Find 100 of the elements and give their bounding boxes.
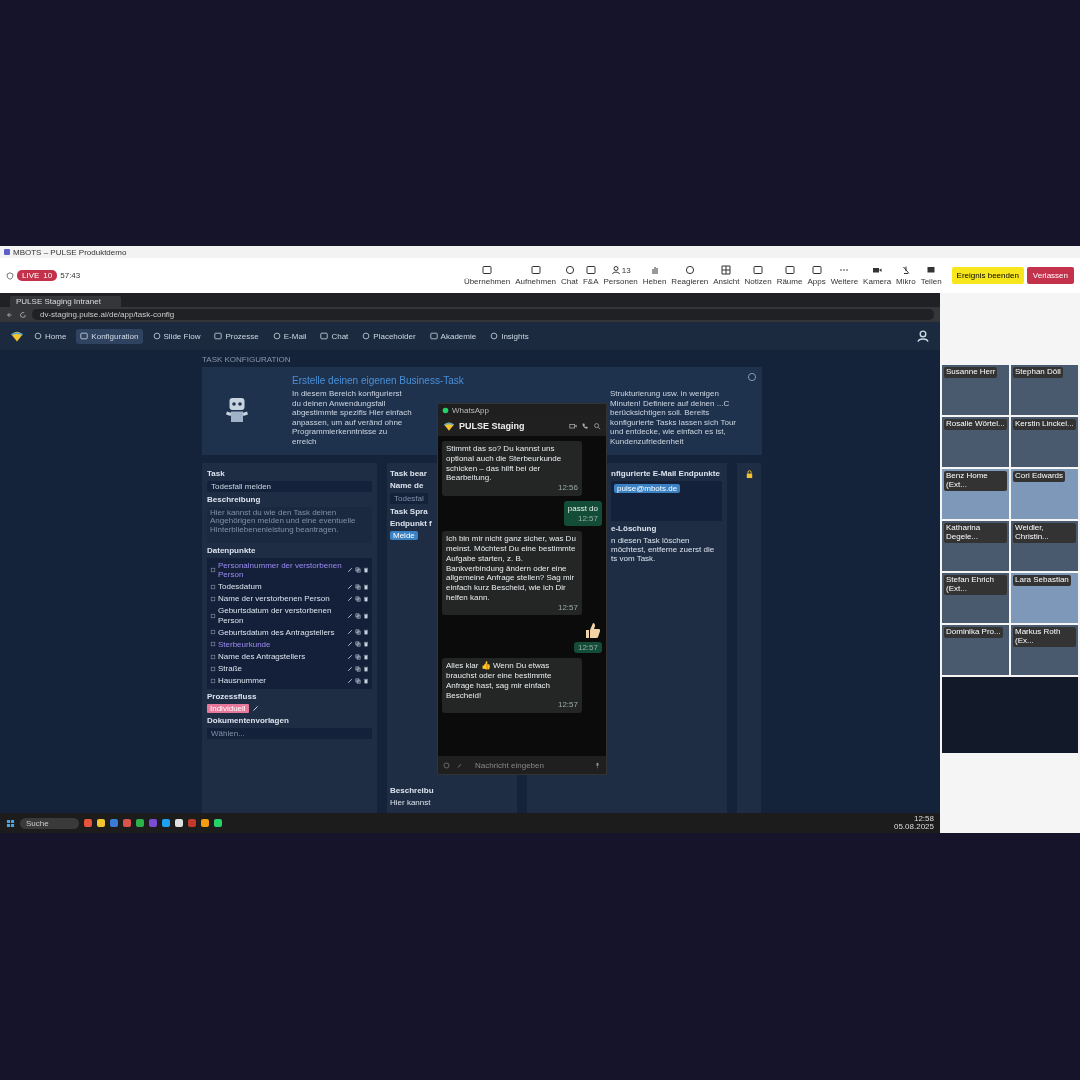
browser-tab[interactable]: PULSE Staging Intranet [10,296,121,307]
datapoint-label[interactable]: Hausnummer [218,676,345,686]
pencil-icon[interactable] [347,566,353,573]
people-count: 13 [621,265,631,275]
nav-item[interactable]: Chat [316,328,353,344]
trash-icon[interactable] [363,665,369,672]
app-title: WhatsApp [452,405,489,415]
datapoint-label[interactable]: Personalnummer der verstorbenen Person [218,560,345,579]
message-text: passt do [567,503,598,514]
datapoint-label[interactable]: Name des Antragstellers [218,652,345,662]
description-field[interactable]: Hier kannst du wie den Task deinen Angehörigen melden und eine eventuelle Hinterbliebenenleistung beantragen. [207,506,372,543]
templates-field[interactable]: Wählen... [207,727,372,739]
windows-icon[interactable] [6,818,15,828]
address-field[interactable]: dv-staging.pulse.ai/de/app/task-config [32,309,934,320]
user-icon[interactable] [916,329,930,343]
datapoint-label[interactable]: Todesdatum [218,581,345,592]
app-icon [4,249,10,255]
nav-item[interactable]: Konfiguration [76,328,143,344]
participant-name: Stephan Döll [1013,367,1063,378]
message-time: 12:57 [577,513,598,524]
drag-handle-icon[interactable] [210,612,216,619]
pencil-icon[interactable] [347,612,353,619]
taskbar-time: 12:58 [912,814,934,823]
endpoint-chip: Melde [390,530,418,540]
datapoint-label[interactable]: Name der verstorbenen Person [218,594,345,604]
toolbar-button[interactable]: Heben [641,265,668,286]
toolbar-button[interactable]: F&A [581,265,600,286]
field-label: Endpunkt f [390,518,432,528]
trash-icon[interactable] [363,678,369,685]
toolbar-button[interactable]: Notizen [743,265,773,286]
datapoint-label[interactable]: Geburtsdatum des Antragstellers [218,627,345,637]
toolbar-button[interactable]: Chat [560,265,579,286]
toolbar-button[interactable]: Aufnehmen [514,265,558,286]
field-label: e-Löschung [611,523,658,533]
lock-icon [744,468,754,479]
people-icon [610,265,621,275]
leave-button[interactable]: Verlassen [1026,267,1074,284]
nav-item[interactable]: Slide Flow [148,328,205,344]
toolbar-button[interactable]: Ansicht [712,265,741,286]
delete-text: n diesen Task löschen möchtest, entferne zuerst die ts vom Task. [611,535,716,563]
field-label: Prozessfluss [207,691,258,701]
toolbar-button[interactable]: Mikro [895,265,917,286]
message-text: Alles klar 👍 Wenn Du etwas brauchst oder eine bestimmte Anfrage hast, sag mir einfach Bescheid! [446,661,553,701]
back-icon[interactable] [6,310,14,319]
toolbar-button[interactable]: Weitere [829,265,860,286]
trash-icon[interactable] [363,641,369,648]
taskbar-search[interactable]: Suche [20,817,79,829]
meeting-timer: 57:43 [60,271,81,280]
toolbar-button[interactable]: Teilen [919,265,943,286]
nav-item[interactable]: Akademie [425,328,481,344]
copy-icon[interactable] [355,566,361,573]
nav-item[interactable]: Placeholder [358,328,420,344]
drag-handle-icon[interactable] [210,566,216,573]
task-select[interactable]: Todesfall melden [207,480,372,492]
nav-item[interactable]: Home [30,328,71,344]
participant-name: Katharina Degele... [944,523,1007,543]
copy-icon[interactable] [355,612,361,619]
phone-icon[interactable] [581,422,589,430]
nav-item[interactable]: E-Mail [268,328,311,344]
banner-text: Strukturierung usw. in wenigen Minuten! Definiere auf deinen ...C berücksichtigen soll. Bereits konfigurierte Tasks lassen sich Tour und entdecke, wie einfach es ist, Kundenzufriedenheit [610,389,737,447]
trash-icon[interactable] [363,595,369,602]
toolbar-button[interactable]: Kamera [862,265,893,286]
nav-item[interactable]: Prozesse [210,328,263,344]
reload-icon[interactable] [19,310,27,319]
trash-icon[interactable] [363,566,369,573]
name-field[interactable]: Todesfal [390,492,428,504]
screen-icon [482,265,492,275]
toolbar-button[interactable]: Reagieren [670,265,710,286]
field-label: Datenpunkte [207,545,257,555]
field-label: Task Spra [390,506,428,516]
end-event-button[interactable]: Ereignis beenden [951,267,1024,284]
taskbar-date: 05.08.2025 [893,823,934,832]
chat-name: PULSE Staging [459,421,525,431]
whatsapp-icon [442,406,449,414]
trash-icon[interactable] [363,653,369,660]
nav-item[interactable]: Insights [486,328,533,344]
message-text: Ich bin mir nicht ganz sicher, was Du meinst. Möchtest Du eine bestimmte Aufgabe starten, z. B. Bankverbindung ändern oder eine allgemeine Anfrage stellen? Sag mir einfach kurz Bescheid, wie ich Dir helfen kann. [446,534,577,603]
video-call-icon[interactable] [569,422,577,430]
panel-title: Task [207,468,226,478]
message-text: Stimmt das so? Du kannst uns optional auch die Sterbeurkunde schicken – das hilft bei der Bearbeitung. [446,444,563,483]
search-icon[interactable] [593,422,601,430]
trash-icon[interactable] [363,612,369,619]
toolbar-button[interactable]: Apps [806,265,827,286]
message-time: 12:57 [573,642,602,654]
pencil-icon[interactable] [251,704,259,712]
participant-name: Rosalie Wörtel... [944,419,1007,430]
datapoint-label[interactable]: Sterbeurkunde [218,639,345,650]
logo-icon [443,420,455,432]
participant-name: Stefan Ehrich (Ext... [944,575,1007,595]
trash-icon[interactable] [363,629,369,636]
datapoint-label[interactable]: Geburtsdatum der verstorbenen Person [218,606,345,625]
toolbar-button[interactable]: 13 Personen [602,265,639,286]
toolbar-button[interactable]: Übernehmen [462,265,512,286]
datapoint-label[interactable]: Straße [218,664,345,674]
panel-title: nfigurierte E-Mail Endpunkte [611,468,721,478]
logo-icon [10,329,24,343]
camera-icon [872,265,883,275]
email-chip: pulse@mbots.de [614,483,681,493]
trash-icon[interactable] [363,583,369,590]
toolbar-button[interactable]: Räume [775,265,804,286]
